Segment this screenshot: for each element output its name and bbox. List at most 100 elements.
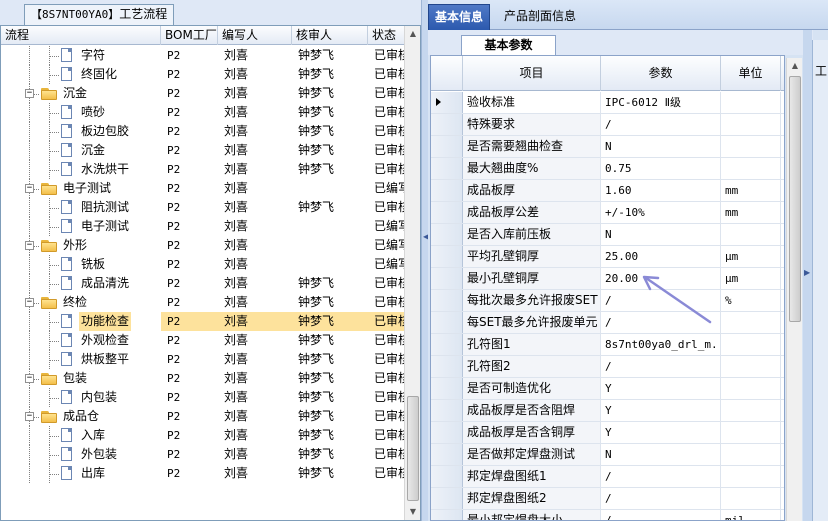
params-row[interactable]: 是否入库前压板N Y (431, 224, 784, 246)
params-scroll-thumb[interactable] (789, 76, 801, 322)
param-value-cell[interactable]: / (601, 356, 721, 377)
param-value-cell[interactable]: +/-10% (601, 202, 721, 223)
row-indicator[interactable] (431, 488, 463, 509)
row-indicator[interactable] (431, 246, 463, 267)
row-indicator[interactable] (431, 334, 463, 355)
tree-row[interactable]: 外包装 P2 刘喜 钟梦飞 已审核 (1, 445, 404, 464)
params-grid[interactable]: 项目 参数 单位 验收标准IPC-6012 Ⅱ级Y特殊要求/Y是否需要翘曲检查N… (430, 55, 785, 521)
row-indicator[interactable] (431, 202, 463, 223)
column-header-param[interactable]: 参数 (601, 56, 721, 91)
tree-row[interactable]: 喷砂 P2 刘喜 钟梦飞 已审核 (1, 103, 404, 122)
params-row[interactable]: 成品板厚1.60mmY (431, 180, 784, 202)
row-indicator[interactable] (431, 136, 463, 157)
row-indicator[interactable] (431, 114, 463, 135)
param-value-cell[interactable]: / (601, 510, 721, 520)
column-header-writer[interactable]: 编写人 (218, 26, 292, 45)
process-flow-title-tab[interactable]: 【8S7NT00YA0】工艺流程 (24, 4, 175, 25)
tree-row[interactable]: 功能检查 P2刘喜钟梦飞已审核 (1, 312, 404, 331)
row-indicator[interactable] (431, 378, 463, 399)
param-value-cell[interactable]: 8s7nt00ya0_drl_m... (601, 334, 721, 355)
param-value-cell[interactable]: N (601, 136, 721, 157)
row-indicator[interactable] (431, 158, 463, 179)
row-indicator[interactable] (431, 356, 463, 377)
params-row[interactable]: 成品板厚是否含阻焊YY (431, 400, 784, 422)
row-indicator[interactable] (431, 444, 463, 465)
params-row[interactable]: 最小邦定焊盘大小/milY (431, 510, 784, 520)
params-row[interactable]: 每批次最多允许报废SET/%Y (431, 290, 784, 312)
column-header-unit[interactable]: 单位 (721, 56, 781, 91)
column-header-flow[interactable]: 流程 (1, 26, 161, 45)
param-value-cell[interactable]: / (601, 114, 721, 135)
row-indicator[interactable] (431, 422, 463, 443)
tab-basic-info[interactable]: 基本信息 (428, 4, 491, 30)
row-indicator[interactable] (431, 224, 463, 245)
row-indicator[interactable] (431, 268, 463, 289)
row-indicator[interactable] (431, 400, 463, 421)
row-indicator[interactable] (431, 92, 463, 113)
params-row[interactable]: 是否需要翘曲检查N Y (431, 136, 784, 158)
scroll-up-icon[interactable]: ▲ (406, 26, 420, 41)
tree-group-row[interactable]: − 沉金 P2 刘喜 钟梦飞 已审核 (1, 84, 404, 103)
column-header-bom[interactable]: BOM工厂 (161, 26, 218, 45)
tree-group-row[interactable]: − 成品仓 P2 刘喜 钟梦飞 已审核 (1, 407, 404, 426)
params-row[interactable]: 邦定焊盘图纸2/ Y (431, 488, 784, 510)
collapse-toggle-icon[interactable]: − (25, 184, 34, 193)
tree-row[interactable]: 烘板整平 P2 刘喜 钟梦飞 已审核 (1, 350, 404, 369)
params-row[interactable]: 平均孔壁铜厚25.00μmY (431, 246, 784, 268)
process-tree[interactable]: 流程 BOM工厂 编写人 核审人 状态 字符P2刘喜钟梦飞已审核终固化P2刘喜钟… (0, 25, 421, 521)
tree-row[interactable]: 终固化 P2 刘喜 钟梦飞 已审核 (1, 65, 404, 84)
collapse-toggle-icon[interactable]: − (25, 374, 34, 383)
tree-row[interactable]: 沉金 P2 刘喜 钟梦飞 已审核 (1, 141, 404, 160)
param-value-cell[interactable]: N (601, 224, 721, 245)
params-row[interactable]: 最大翘曲度%0.75 Y (431, 158, 784, 180)
tree-row[interactable]: 成品清洗 P2 刘喜 钟梦飞 已审核 (1, 274, 404, 293)
param-value-cell[interactable]: Y (601, 422, 721, 443)
expand-right-icon[interactable]: ▶ (804, 268, 810, 277)
tree-row[interactable]: 字符 P2 刘喜 钟梦飞 已审核 (1, 46, 404, 65)
right-side-panel[interactable]: 工 (812, 40, 828, 521)
tree-row[interactable]: 阻抗测试 P2 刘喜 钟梦飞 已审核 (1, 198, 404, 217)
params-row[interactable]: 邦定焊盘图纸1/ Y (431, 466, 784, 488)
param-value-cell[interactable]: IPC-6012 Ⅱ级 (601, 92, 721, 113)
right-splitter[interactable]: ▶ (803, 30, 812, 521)
tree-vertical-scrollbar[interactable]: ▲ ▼ (404, 26, 420, 520)
param-value-cell[interactable]: 0.75 (601, 158, 721, 179)
param-value-cell[interactable]: Y (601, 400, 721, 421)
param-value-cell[interactable]: 1.60 (601, 180, 721, 201)
param-value-cell[interactable]: N (601, 444, 721, 465)
tree-row[interactable]: 出库 P2 刘喜 钟梦飞 已审核 (1, 464, 404, 483)
tree-row[interactable]: 铣板 P2 刘喜 已编写 (1, 255, 404, 274)
row-indicator[interactable] (431, 466, 463, 487)
params-row[interactable]: 成品板厚公差+/-10%mmY (431, 202, 784, 224)
param-value-cell[interactable]: 25.00 (601, 246, 721, 267)
tree-group-row[interactable]: − 包装 P2 刘喜 钟梦飞 已审核 (1, 369, 404, 388)
tree-row[interactable]: 入库 P2 刘喜 钟梦飞 已审核 (1, 426, 404, 445)
subtab-basic-params[interactable]: 基本参数 (461, 35, 556, 55)
row-indicator[interactable] (431, 180, 463, 201)
panel-splitter[interactable]: ◀ (421, 0, 429, 521)
params-row[interactable]: 孔符图18s7nt00ya0_drl_m... Y (431, 334, 784, 356)
param-value-cell[interactable]: / (601, 290, 721, 311)
collapse-toggle-icon[interactable]: − (25, 412, 34, 421)
params-row[interactable]: 是否做邦定焊盘测试N Y (431, 444, 784, 466)
tree-group-row[interactable]: − 终检 P2 刘喜 钟梦飞 已审核 (1, 293, 404, 312)
params-vertical-scrollbar[interactable]: ▲ (786, 58, 802, 521)
params-row[interactable]: 特殊要求/ Y (431, 114, 784, 136)
scroll-up-icon[interactable]: ▲ (788, 58, 802, 73)
tree-row[interactable]: 电子测试 P2 刘喜 已编写 (1, 217, 404, 236)
param-value-cell[interactable]: Y (601, 378, 721, 399)
tree-scroll-thumb[interactable] (407, 396, 419, 501)
tree-group-row[interactable]: − 电子测试 P2 刘喜 已编写 (1, 179, 404, 198)
tab-product-profile[interactable]: 产品剖面信息 (498, 4, 582, 30)
scroll-down-icon[interactable]: ▼ (406, 504, 420, 519)
params-row[interactable]: 验收标准IPC-6012 Ⅱ级 Y (431, 92, 784, 114)
param-value-cell[interactable]: 20.00 (601, 268, 721, 289)
row-indicator[interactable] (431, 312, 463, 333)
column-header-extra[interactable] (781, 56, 784, 91)
params-row[interactable]: 是否可制造优化YY (431, 378, 784, 400)
collapse-toggle-icon[interactable]: − (25, 89, 34, 98)
tree-row[interactable]: 外观检查 P2 刘喜 钟梦飞 已审核 (1, 331, 404, 350)
tree-row[interactable]: 内包装 P2 刘喜 钟梦飞 已审核 (1, 388, 404, 407)
param-value-cell[interactable]: / (601, 488, 721, 509)
params-row[interactable]: 每SET最多允许报废单元/ Y (431, 312, 784, 334)
